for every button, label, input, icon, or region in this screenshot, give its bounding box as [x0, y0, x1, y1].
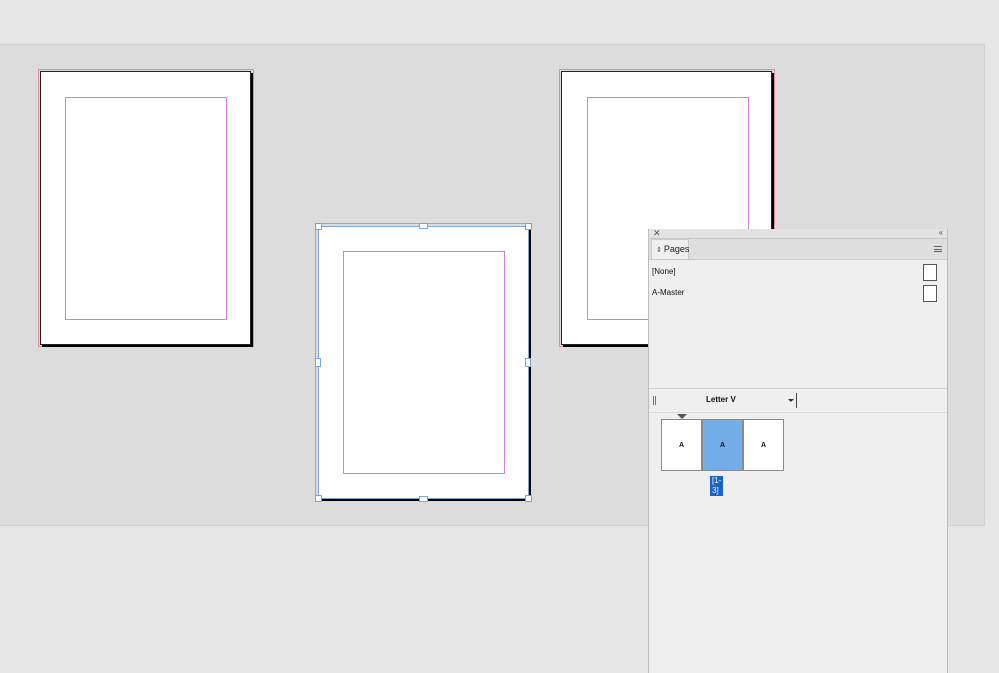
caret-down-icon[interactable] — [788, 399, 794, 402]
grip-icon[interactable] — [653, 396, 656, 405]
close-icon[interactable]: ✕ — [653, 227, 661, 239]
resize-handle-top-left[interactable] — [315, 223, 322, 230]
resize-handle-bottom[interactable] — [419, 496, 428, 502]
tab-pages[interactable]: ⇕ Pages — [651, 239, 689, 259]
double-chevron-icon[interactable]: ‹‹ — [939, 227, 943, 239]
master-thumbnail[interactable] — [923, 264, 937, 281]
resize-handle-top[interactable] — [419, 223, 428, 229]
hamburger-menu-icon[interactable] — [934, 246, 942, 252]
master-item-label: A-Master — [652, 288, 685, 297]
master-thumbnail[interactable] — [923, 285, 937, 302]
page-size-bar: Letter V — [649, 389, 947, 413]
spread-range-label[interactable]: [1-3] — [710, 476, 724, 496]
page-2-selection-frame[interactable] — [318, 226, 529, 499]
size-divider — [796, 393, 797, 408]
panel-tabbar: ⇕ Pages — [649, 239, 947, 260]
page-thumbnail-2[interactable]: A — [702, 419, 743, 471]
resize-handle-right[interactable] — [525, 358, 531, 367]
resize-handle-left[interactable] — [315, 358, 321, 367]
master-item-a-master[interactable]: A-Master — [652, 285, 942, 305]
masters-section: [None] A-Master — [649, 260, 947, 389]
resize-handle-top-right[interactable] — [525, 223, 532, 230]
resize-handle-bottom-left[interactable] — [315, 495, 322, 502]
page-1[interactable] — [40, 71, 251, 345]
master-item-none[interactable]: [None] — [652, 264, 942, 284]
master-item-label: [None] — [652, 267, 676, 276]
page-thumbnail-3[interactable]: A — [743, 419, 784, 471]
pages-panel: ✕ ‹‹ ⇕ Pages [None] A-Master Letter V A A… — [648, 227, 948, 673]
page-1-margin-guide — [65, 97, 227, 320]
resize-handle-bottom-right[interactable] — [525, 495, 532, 502]
page-size-select[interactable]: Letter V — [706, 395, 736, 404]
tab-pages-label: Pages — [663, 244, 690, 254]
page-thumbnail-1[interactable]: A — [661, 419, 702, 471]
tab-arrows-icon: ⇕ — [656, 247, 662, 254]
panel-titlebar: ✕ ‹‹ — [649, 227, 947, 239]
